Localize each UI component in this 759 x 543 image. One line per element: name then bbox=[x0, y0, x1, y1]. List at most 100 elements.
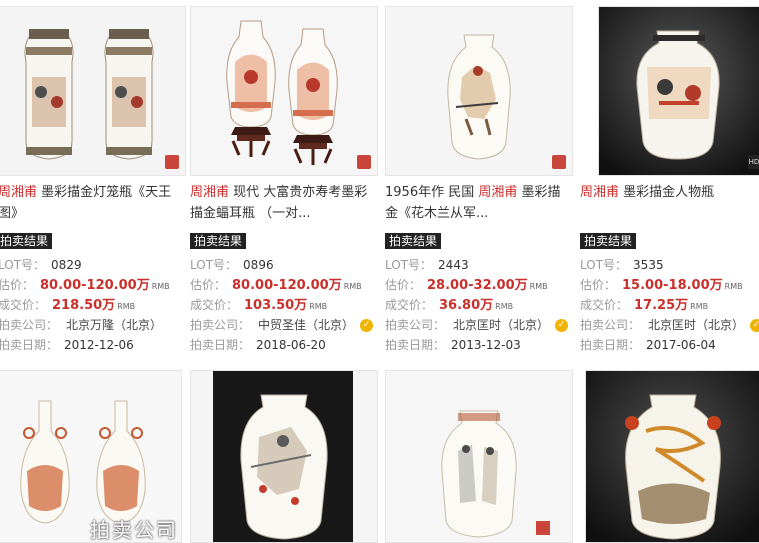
lot-row: LOT号： 0896 bbox=[190, 256, 385, 274]
company-name[interactable]: 北京匡时（北京） bbox=[453, 318, 549, 332]
date-label: 拍卖日期： bbox=[580, 338, 641, 352]
artist-name[interactable]: 周湘甫 bbox=[190, 185, 229, 200]
estimate-row: 估价： 28.00-32.00万 RMB bbox=[385, 276, 580, 294]
auction-result-badge: 拍卖结果 bbox=[0, 233, 53, 249]
estimate-row: 估价： 15.00-18.00万 RMB bbox=[580, 276, 759, 294]
deal-row: 成交价： 218.50万 RMB bbox=[0, 296, 193, 314]
date-row: 拍卖日期： 2012-12-06 bbox=[0, 336, 193, 354]
estimate-row: 估价： 80.00-120.00万 RMB bbox=[190, 276, 385, 294]
company-name[interactable]: 北京匡时（北京） bbox=[648, 318, 744, 332]
lot-number: 0829 bbox=[51, 258, 82, 272]
watermark-text: 拍卖公司 bbox=[90, 518, 178, 542]
artist-name[interactable]: 周湘甫 bbox=[580, 185, 619, 200]
lot-row: LOT号： 2443 bbox=[385, 256, 580, 274]
currency-unit: RMB bbox=[117, 302, 136, 311]
auction-date: 2012-12-06 bbox=[64, 338, 134, 352]
deal-label: 成交价： bbox=[385, 298, 434, 312]
vase-image[interactable] bbox=[190, 6, 378, 176]
estimate-value: 80.00-120.00万 bbox=[232, 278, 342, 293]
auction-date: 2017-06-04 bbox=[646, 338, 716, 352]
date-row: 拍卖日期： 2017-06-04 bbox=[580, 336, 759, 354]
estimate-value: 28.00-32.00万 bbox=[427, 278, 528, 293]
lot-number: 0896 bbox=[243, 258, 274, 272]
vase-pair-image bbox=[0, 7, 185, 175]
vase-image[interactable] bbox=[385, 370, 573, 543]
vase-pair-image bbox=[191, 7, 377, 175]
verified-badge-icon: ✓ bbox=[360, 319, 374, 332]
lot-title[interactable]: 周湘甫 墨彩描金人物瓶 bbox=[580, 182, 759, 226]
vase-image[interactable] bbox=[585, 370, 759, 543]
lot-row: LOT号： 3535 bbox=[580, 256, 759, 274]
title-prefix: 1956年作 民国 bbox=[385, 185, 479, 200]
company-label: 拍卖公司： bbox=[580, 318, 641, 332]
company-label: 拍卖公司： bbox=[385, 318, 446, 332]
seal-stamp-icon bbox=[357, 155, 371, 169]
lot-title[interactable]: 周湘甫 墨彩描金灯笼瓶《天王图》 bbox=[0, 182, 184, 226]
vase-image-ladies bbox=[386, 371, 572, 542]
auction-date: 2018-06-20 bbox=[256, 338, 326, 352]
deal-row: 成交价： 17.25万 RMB bbox=[580, 296, 759, 314]
currency-unit: RMB bbox=[724, 282, 743, 291]
company-row: 拍卖公司： 北京匡时（北京） ✓ bbox=[385, 316, 580, 334]
estimate-label: 估价： bbox=[580, 278, 617, 292]
estimate-value: 15.00-18.00万 bbox=[622, 278, 723, 293]
estimate-label: 估价： bbox=[190, 278, 227, 292]
auction-date: 2013-12-03 bbox=[451, 338, 521, 352]
date-label: 拍卖日期： bbox=[0, 338, 59, 352]
deal-label: 成交价： bbox=[580, 298, 629, 312]
lot-label: LOT号： bbox=[385, 258, 433, 272]
company-name[interactable]: 中贸圣佳（北京） bbox=[258, 318, 354, 332]
vase-image-mulan bbox=[386, 7, 572, 175]
seal-stamp-icon bbox=[552, 155, 566, 169]
currency-unit: RMB bbox=[309, 302, 328, 311]
lot-label: LOT号： bbox=[190, 258, 238, 272]
vase-image-warrior bbox=[191, 371, 377, 542]
estimate-label: 估价： bbox=[385, 278, 422, 292]
lot-title[interactable]: 周湘甫 现代 大富贵亦寿考墨彩描金蝠耳瓶 （一对... bbox=[190, 182, 376, 226]
currency-unit: RMB bbox=[529, 282, 548, 291]
auction-results-grid: 周湘甫 墨彩描金灯笼瓶《天王图》 拍卖结果 LOT号： 0829 估价： 80.00… bbox=[0, 0, 759, 543]
vase-image[interactable] bbox=[190, 370, 378, 543]
artist-name[interactable]: 周湘甫 bbox=[0, 185, 37, 200]
estimate-label: 估价： bbox=[0, 278, 35, 292]
company-label: 拍卖公司： bbox=[190, 318, 251, 332]
lot-number: 2443 bbox=[438, 258, 469, 272]
vase-image[interactable] bbox=[385, 6, 573, 176]
deal-value: 17.25万 bbox=[634, 298, 689, 313]
auction-result-badge: 拍卖结果 bbox=[580, 233, 637, 249]
deal-row: 成交价： 36.80万 RMB bbox=[385, 296, 580, 314]
date-row: 拍卖日期： 2018-06-20 bbox=[190, 336, 385, 354]
auction-result-badge: 拍卖结果 bbox=[190, 233, 247, 249]
deal-value: 218.50万 bbox=[52, 298, 116, 313]
lot-row: LOT号： 0829 bbox=[0, 256, 193, 274]
vase-image[interactable]: HD bbox=[598, 6, 759, 176]
date-label: 拍卖日期： bbox=[385, 338, 446, 352]
lot-label: LOT号： bbox=[0, 258, 46, 272]
title-text: 墨彩描金人物瓶 bbox=[619, 185, 715, 200]
artist-name[interactable]: 周湘甫 bbox=[478, 185, 517, 200]
deal-label: 成交价： bbox=[0, 298, 47, 312]
vase-image-figures bbox=[599, 7, 759, 175]
currency-unit: RMB bbox=[495, 302, 514, 311]
estimate-row: 估价： 80.00-120.00万 RMB bbox=[0, 276, 193, 294]
currency-unit: RMB bbox=[343, 282, 362, 291]
currency-unit: RMB bbox=[151, 282, 170, 291]
currency-unit: RMB bbox=[690, 302, 709, 311]
vase-image-dragon bbox=[586, 371, 759, 542]
company-row: 拍卖公司： 北京匡时（北京） ✓ bbox=[580, 316, 759, 334]
lot-title[interactable]: 1956年作 民国 周湘甫 墨彩描金《花木兰从军... bbox=[385, 182, 571, 226]
auction-result-badge: 拍卖结果 bbox=[385, 233, 442, 249]
deal-value: 36.80万 bbox=[439, 298, 494, 313]
date-label: 拍卖日期： bbox=[190, 338, 251, 352]
vase-image[interactable] bbox=[0, 6, 186, 176]
seal-stamp-icon bbox=[165, 155, 179, 169]
company-label: 拍卖公司： bbox=[0, 318, 59, 332]
company-row: 拍卖公司： 北京万隆（北京） bbox=[0, 316, 193, 334]
lot-label: LOT号： bbox=[580, 258, 628, 272]
date-row: 拍卖日期： 2013-12-03 bbox=[385, 336, 580, 354]
lot-number: 3535 bbox=[633, 258, 664, 272]
hd-badge: HD bbox=[748, 155, 759, 169]
company-name[interactable]: 北京万隆（北京） bbox=[66, 318, 162, 332]
deal-row: 成交价： 103.50万 RMB bbox=[190, 296, 385, 314]
verified-badge-icon: ✓ bbox=[750, 319, 759, 332]
